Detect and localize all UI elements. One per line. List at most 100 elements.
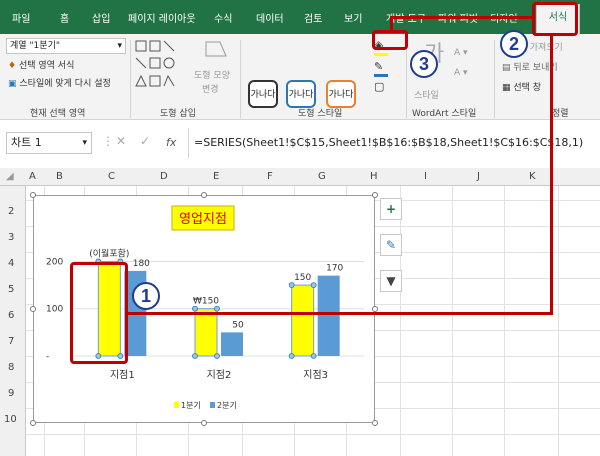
text-fill-icon[interactable]: A ▾ [454,48,468,58]
data-label: 150 [294,273,311,283]
outline-color-swatch [374,74,388,77]
tab-home[interactable]: 홈 [60,10,69,25]
legend-label: 2분기 [217,401,237,410]
column-header[interactable]: E [213,171,219,182]
callout-shape-fill [372,30,408,50]
row-header[interactable]: 10 [4,414,17,425]
bar-selection-handle [310,353,317,359]
callout-format-tab [532,2,578,36]
resize-handle[interactable] [30,192,36,198]
chart-styles-button[interactable]: ✎ [380,234,402,256]
chart-elements-dropdown[interactable]: 계열 "1분기" ▾ [6,38,126,54]
formula-dots-icon: ⋮ [102,134,114,148]
cancel-icon[interactable]: ✕ [116,134,126,148]
group-label-shape-styles: 도형 스타일 [298,109,343,119]
grid-line [26,434,600,435]
send-backward-icon: ▤ [502,63,514,73]
enter-icon[interactable]: ✓ [140,134,150,148]
row-header[interactable]: 9 [8,388,14,399]
resize-handle[interactable] [30,420,36,426]
column-header[interactable]: G [318,171,326,182]
tab-formulas[interactable]: 수식 [214,10,232,25]
edit-shape-button[interactable] [198,38,234,60]
text-outline-icon[interactable]: A ▾ [454,68,468,78]
insert-function-icon[interactable]: fx [166,136,176,149]
bar-2분기-지점2 [221,332,243,356]
step-badge-3: 3 [410,50,438,78]
shape-outline-button[interactable]: ✎ [374,60,402,78]
column-header[interactable]: A [29,171,36,182]
format-selection-button[interactable]: ♦ 선택 영역 서식 [8,58,74,71]
selection-pane-icon: ▦ [502,83,514,93]
legend-label: 1분기 [181,401,201,410]
y-tick-label: 200 [46,257,63,267]
bar-selection-handle [192,305,198,312]
tab-page-layout[interactable]: 페이지 레이아웃 [128,10,196,25]
ribbon-separator [130,40,131,118]
tab-insert[interactable]: 삽입 [92,10,110,25]
chart-elements-button[interactable]: + [380,198,402,220]
chart-title: 영업지점 [179,212,227,227]
callout-connector [550,36,553,315]
row-header[interactable]: 8 [8,362,14,373]
callout-connector [128,312,552,315]
brush-icon: ✎ [385,238,397,252]
ribbon-separator [406,40,407,118]
tab-data[interactable]: 데이터 [256,10,284,25]
edit-shape-icon [205,41,227,57]
shape-effects-button[interactable]: ▢ [374,80,402,98]
name-box[interactable]: 차트 1 ▾ [6,132,92,154]
resize-handle[interactable] [201,192,207,198]
select-all-corner[interactable]: ◢ [6,171,14,182]
bar-2분기-지점3 [317,275,340,356]
column-header[interactable]: D [160,171,168,182]
chart-filters-button[interactable]: ▼ [380,270,402,292]
column-header[interactable]: H [370,171,378,182]
name-box-value: 차트 1 [11,136,42,149]
reset-style-label: 스타일에 맞게 다시 설정 [19,79,111,89]
format-selection-icon: ♦ [8,61,17,71]
resize-handle[interactable] [372,420,378,426]
data-label: 170 [326,264,343,274]
column-header[interactable]: J [477,171,480,182]
tab-review[interactable]: 검토 [304,10,322,25]
resize-handle[interactable] [201,420,207,426]
row-header[interactable]: 3 [8,232,14,243]
column-header[interactable]: K [529,171,536,182]
row-header[interactable]: 6 [8,310,14,321]
change-shape-label: 도형 모양 [194,71,230,81]
quick-styles-label[interactable]: 스타일 [414,88,439,101]
data-label: ₩150 [193,297,219,307]
data-label: 50 [232,320,244,330]
resize-handle[interactable] [30,306,36,312]
shapes-gallery[interactable] [134,38,188,94]
shape-style-1[interactable]: 가나다 [248,80,278,108]
row-header[interactable]: 2 [8,206,14,217]
bar-selection-handle [288,353,295,359]
reset-style-button[interactable]: ▣ 스타일에 맞게 다시 설정 [8,76,111,89]
chevron-down-icon: ▾ [117,41,122,51]
tab-view[interactable]: 보기 [344,10,362,25]
ribbon-separator [240,40,241,118]
x-tick-label: 지점3 [303,369,328,381]
shape-style-3[interactable]: 가나다 [326,80,356,108]
resize-handle[interactable] [372,192,378,198]
tab-file[interactable]: 파일 [12,10,30,25]
data-label: (이월포함) [89,247,129,259]
column-header[interactable]: I [424,171,427,182]
column-header[interactable]: F [267,171,273,182]
column-header[interactable]: C [108,171,115,182]
selection-pane-button[interactable]: ▦ 선택 창 [502,80,541,93]
column-header[interactable]: B [56,171,63,182]
callout-connector [390,16,534,19]
row-header[interactable]: 4 [8,258,14,269]
group-label-arrange: 정렬 [552,109,569,119]
bar-1분기-지점3 [291,284,315,357]
data-label: 180 [133,259,150,269]
x-tick-label: 지점1 [110,369,135,381]
shape-style-2[interactable]: 가나다 [286,80,316,108]
row-header[interactable]: 7 [8,336,14,347]
bar-selection-handle [214,353,220,359]
row-header[interactable]: 5 [8,284,14,295]
formula-input[interactable]: =SERIES(Sheet1!$C$15,Sheet1!$B$16:$B$18,… [194,136,583,149]
